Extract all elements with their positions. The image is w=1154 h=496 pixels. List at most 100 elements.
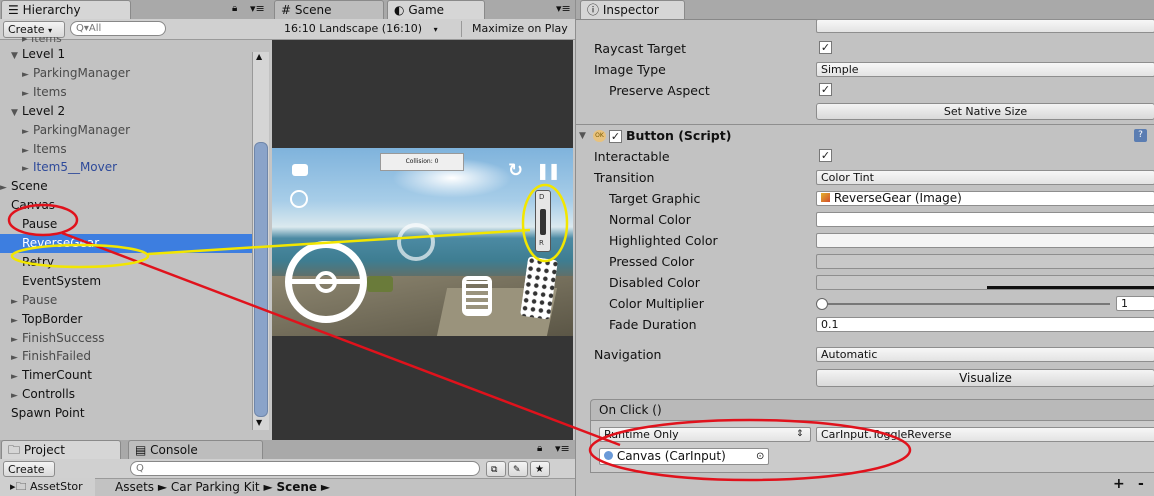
hierarchy-row-label: TopBorder (22, 311, 83, 326)
tab-game[interactable]: ◐ Game (387, 0, 485, 19)
color-multiplier-field[interactable]: 1 (1116, 296, 1154, 311)
interactable-label: Interactable (594, 149, 670, 164)
hierarchy-row[interactable]: ► Items (0, 140, 252, 159)
raycast-target-checkbox[interactable]: ✓ (819, 41, 832, 54)
object-field[interactable]: Canvas (CarInput) ⊙ (599, 448, 769, 465)
normal-color-field[interactable] (816, 212, 1154, 227)
pause-icon[interactable]: ❚❚ (536, 161, 561, 180)
hierarchy-row[interactable]: Spawn Point (0, 404, 252, 423)
favorite-button[interactable]: ★ (530, 461, 550, 477)
target-graphic-field[interactable]: ReverseGear (Image) (816, 191, 1154, 206)
image-type-dropdown[interactable]: Simple (816, 62, 1154, 77)
component-header[interactable]: ▼ OK ✓ Button (Script) ? (576, 125, 1154, 147)
hierarchy-row-label: Retry (22, 254, 54, 269)
hierarchy-row-label: Level 1 (22, 47, 66, 61)
event-list-footer (590, 473, 1154, 496)
help-icon[interactable]: ? (1134, 129, 1147, 142)
breadcrumb-item[interactable]: Assets (115, 480, 154, 494)
navigation-dropdown[interactable]: Automatic (816, 347, 1154, 362)
hierarchy-row-label: FinishFailed (22, 349, 91, 364)
hierarchy-row-label: Pause (22, 217, 58, 232)
set-native-size-button[interactable]: Set Native Size (816, 103, 1154, 120)
camera-icon[interactable] (292, 164, 308, 176)
search-input[interactable]: Q▾All (70, 21, 166, 36)
tab-inspector[interactable]: ⓘ Inspector (580, 0, 685, 19)
hierarchy-row[interactable]: ▼ Level 2 (0, 102, 252, 121)
scroll-down-icon[interactable]: ▼ (256, 418, 262, 427)
visualize-button[interactable]: Visualize (816, 369, 1154, 387)
highlighted-color-label: Highlighted Color (609, 233, 718, 248)
transition-label: Transition (594, 170, 655, 185)
breadcrumb-item[interactable]: Scene (276, 480, 317, 494)
hierarchy-row[interactable]: EventSystem (0, 272, 252, 291)
hierarchy-row[interactable]: ► TopBorder (0, 310, 252, 329)
preserve-aspect-checkbox[interactable]: ✓ (819, 83, 832, 96)
project-search-input[interactable]: Q (130, 461, 480, 476)
remove-event-button[interactable]: - (1138, 476, 1144, 492)
interactable-checkbox[interactable]: ✓ (819, 149, 832, 162)
tab-hierarchy[interactable]: ☰ Hierarchy (1, 0, 131, 19)
scroll-up-icon[interactable]: ▲ (256, 52, 262, 61)
brake-pedal-icon[interactable] (462, 276, 492, 316)
color-multiplier-slider[interactable] (816, 298, 1110, 310)
hierarchy-row[interactable]: ► ParkingManager (0, 64, 252, 83)
fade-duration-field[interactable]: 0.1 (816, 317, 1154, 332)
transition-dropdown[interactable]: Color Tint (816, 170, 1154, 185)
component-enabled-checkbox[interactable]: ✓ (609, 130, 622, 143)
game-viewport[interactable]: Collision: 0 ↻ ❚❚ D R (272, 40, 573, 440)
hierarchy-row[interactable]: ► Controlls (0, 385, 252, 404)
pressed-color-field[interactable] (816, 254, 1154, 269)
hierarchy-row[interactable]: ► ParkingManager (0, 121, 252, 140)
tab-console[interactable]: ▤ Console (128, 440, 263, 459)
breadcrumb-item[interactable]: Car Parking Kit (171, 480, 260, 494)
component-title: Button (Script) (626, 128, 732, 143)
engine-icon[interactable] (290, 190, 308, 208)
scrollbar-thumb[interactable] (254, 142, 268, 417)
hierarchy-scrollbar[interactable]: ▲ ▼ (252, 52, 269, 430)
panel-menu-icon[interactable]: ▾≡ (555, 442, 570, 455)
hierarchy-row[interactable]: Pause (0, 215, 252, 234)
car-sprite (367, 276, 393, 292)
hierarchy-row[interactable]: ► FinishSuccess (0, 329, 252, 348)
hierarchy-row[interactable]: ReverseGear (0, 234, 252, 253)
image-type-label: Image Type (594, 62, 666, 77)
steering-wheel-icon[interactable] (285, 241, 367, 323)
hierarchy-row[interactable]: ► Scene (0, 177, 252, 196)
hierarchy-row[interactable]: ▼ Level 1 (0, 45, 252, 64)
filter-label-button[interactable]: ✎ (508, 461, 528, 477)
collapse-arrow-icon[interactable]: ▼ (579, 125, 586, 147)
hierarchy-row[interactable]: ► Items (0, 83, 252, 102)
lock-icon[interactable]: 🔒︎ (232, 3, 237, 14)
aspect-dropdown[interactable]: 16:10 Landscape (16:10) ▾ (272, 21, 462, 37)
add-event-button[interactable]: + (1113, 476, 1125, 492)
restart-icon[interactable]: ↻ (508, 160, 523, 181)
create-dropdown[interactable]: Create ▾ (3, 21, 65, 38)
runtime-dropdown[interactable]: Runtime Only ⇕ (599, 427, 811, 442)
hierarchy-row-label: FinishSuccess (22, 330, 105, 345)
pressed-color-label: Pressed Color (609, 254, 695, 269)
gear-shifter[interactable]: D R (535, 190, 551, 252)
object-picker-icon[interactable]: ⊙ (756, 449, 764, 464)
tab-project[interactable]: 🗀 Project (1, 440, 121, 459)
panel-menu-icon[interactable]: ▾≡ (250, 2, 265, 15)
maximize-on-play-toggle[interactable]: Maximize on Play (466, 21, 575, 37)
filter-type-button[interactable]: ⧉ (486, 461, 506, 477)
slider-knob[interactable] (816, 298, 828, 310)
hierarchy-row[interactable]: ► FinishFailed (0, 347, 252, 366)
hierarchy-row[interactable]: Canvas (0, 196, 252, 215)
highlighted-color-field[interactable] (816, 233, 1154, 248)
create-dropdown[interactable]: Create ▾ (3, 461, 55, 491)
object-icon (604, 451, 613, 460)
hierarchy-row[interactable]: ► Pause (0, 291, 252, 310)
disabled-color-field[interactable] (816, 275, 1154, 290)
hierarchy-row[interactable]: ► Item5__Mover (0, 158, 252, 177)
gear-handle[interactable] (540, 209, 546, 235)
function-dropdown[interactable]: CarInput.ToggleReverse (816, 427, 1154, 442)
raycast-target-label: Raycast Target (594, 41, 687, 56)
folder-icon: ▸🗀 (10, 480, 27, 493)
tab-scene[interactable]: # Scene (274, 0, 384, 19)
hierarchy-row[interactable]: ► TimerCount (0, 366, 252, 385)
lock-icon[interactable]: 🔒︎ (537, 443, 542, 454)
hierarchy-row[interactable]: Retry (0, 253, 252, 272)
panel-menu-icon[interactable]: ▾≡ (556, 2, 571, 15)
